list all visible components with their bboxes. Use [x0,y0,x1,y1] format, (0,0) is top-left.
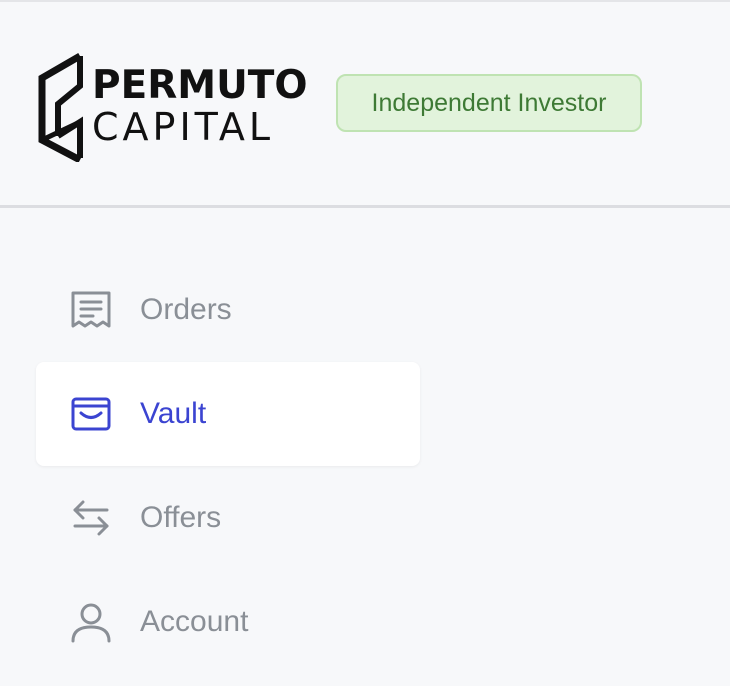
sidebar-item-account[interactable]: Account [36,570,420,674]
sidebar-item-orders[interactable]: Orders [36,258,420,362]
sidebar-item-offers[interactable]: Offers [36,466,420,570]
logo-wordmark-line2: CAPITAL [92,105,275,149]
permuto-capital-logo[interactable]: PERMUTO CAPITAL [36,52,308,162]
sidebar-nav: Orders Vault Offers Account [36,258,420,674]
logo-wordmark-line1: PERMUTO [92,63,308,108]
investor-type-badge: Independent Investor [336,74,642,132]
receipt-icon [71,291,111,328]
sidebar-item-label: Account [140,605,249,638]
sidebar-item-label: Offers [140,501,222,534]
user-icon [71,603,111,643]
arrows-exchange-icon [73,500,109,536]
sidebar-item-label: Vault [140,397,207,430]
sidebar-item-label: Orders [140,293,232,326]
app-frame: PERMUTO CAPITAL Independent Investor Ord… [0,0,730,686]
header: PERMUTO CAPITAL Independent Investor [0,2,730,208]
logo-mark-icon [38,52,83,162]
vault-icon [71,397,111,431]
sidebar-item-vault[interactable]: Vault [36,362,420,466]
